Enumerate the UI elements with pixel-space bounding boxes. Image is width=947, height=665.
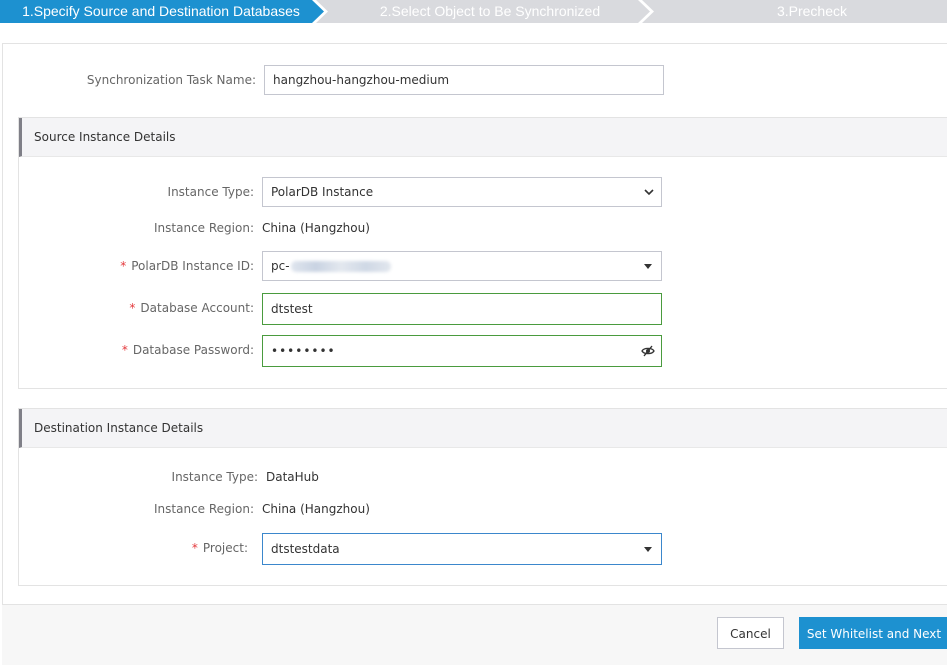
database-password-label: * Database Password: [39, 334, 254, 366]
source-section-title: Source Instance Details [34, 130, 176, 144]
database-account-label-text: Database Account: [140, 301, 254, 315]
destination-section-title: Destination Instance Details [34, 421, 204, 435]
source-instance-region-label: Instance Region: [154, 221, 254, 235]
destination-section-header: Destination Instance Details [19, 409, 947, 448]
task-name-value: hangzhou-hangzhou-medium [273, 73, 450, 87]
database-password-input[interactable]: •••••••• [262, 335, 662, 367]
step-3-label: 3.Precheck [776, 3, 848, 19]
step-progress-bar: 1.Specify Source and Destination Databas… [0, 0, 947, 23]
database-password-value: •••••••• [271, 344, 336, 358]
caret-down-icon [644, 264, 652, 269]
step-2-label: 2.Select Object to Be Synchronized [379, 3, 601, 19]
destination-instance-section: Destination Instance Details Instance Ty… [18, 408, 947, 586]
step-1-label: 1.Specify Source and Destination Databas… [22, 3, 300, 19]
eye-slash-icon[interactable] [641, 344, 655, 358]
destination-instance-type-value: DataHub [266, 470, 319, 484]
cancel-button[interactable]: Cancel [717, 617, 784, 649]
polardb-instance-id-label-text: PolarDB Instance ID: [131, 259, 254, 273]
project-label: * Project: [39, 532, 248, 564]
destination-instance-region-label: Instance Region: [154, 502, 254, 516]
destination-instance-region-value: China (Hangzhou) [262, 502, 370, 516]
project-label-text: Project: [202, 541, 248, 555]
project-select[interactable]: dtstestdata [262, 533, 662, 565]
form-footer: Cancel Set Whitelist and Next [2, 604, 947, 665]
polardb-instance-id-label: * PolarDB Instance ID: [39, 250, 254, 282]
set-whitelist-and-next-button[interactable]: Set Whitelist and Next [799, 617, 947, 649]
task-name-input[interactable]: hangzhou-hangzhou-medium [264, 65, 664, 95]
caret-down-icon [644, 547, 652, 552]
chevron-down-icon [644, 189, 654, 196]
source-instance-section: Source Instance Details Instance Type: P… [18, 117, 947, 389]
source-instance-type-select[interactable]: PolarDB Instance [262, 177, 662, 207]
database-account-input[interactable]: dtstest [262, 293, 662, 325]
database-account-label: * Database Account: [39, 292, 254, 324]
polardb-instance-id-select[interactable]: pc- [262, 251, 662, 281]
database-password-label-text: Database Password: [132, 343, 254, 357]
required-mark: * [191, 541, 198, 555]
required-mark: * [121, 343, 128, 357]
destination-instance-type-label: Instance Type: [171, 470, 258, 484]
project-value: dtstestdata [271, 542, 340, 556]
source-section-header: Source Instance Details [19, 118, 947, 157]
polardb-instance-id-prefix: pc- [271, 259, 290, 273]
task-name-label: Synchronization Task Name: [86, 73, 256, 87]
required-mark: * [120, 259, 127, 273]
source-instance-type-label: Instance Type: [167, 185, 254, 199]
source-instance-region-value: China (Hangzhou) [262, 221, 370, 235]
configuration-form: Synchronization Task Name: hangzhou-hang… [2, 43, 947, 665]
database-account-value: dtstest [271, 302, 313, 316]
redacted-instance-id [290, 261, 391, 272]
source-instance-type-value: PolarDB Instance [271, 185, 374, 199]
required-mark: * [129, 301, 136, 315]
